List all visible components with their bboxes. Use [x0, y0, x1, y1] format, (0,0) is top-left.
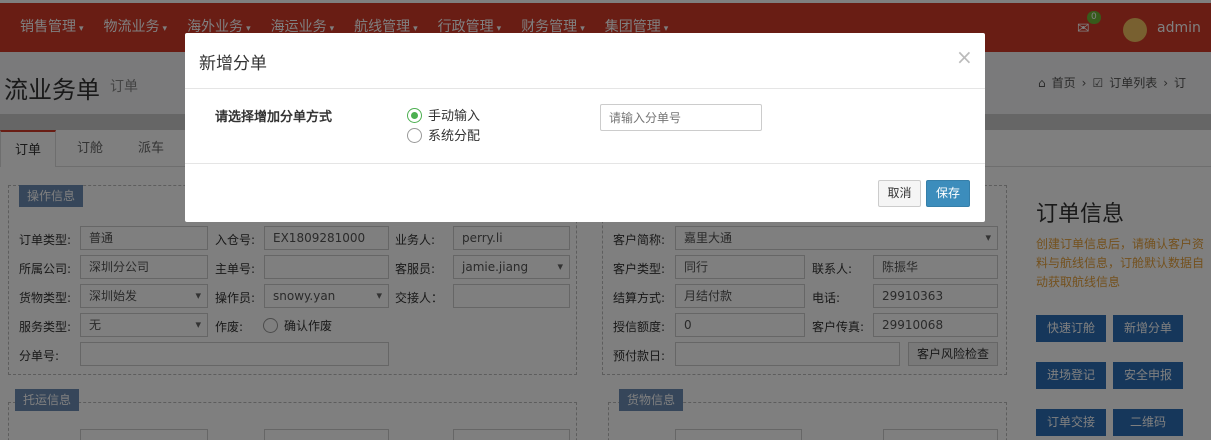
radio-checked-icon — [407, 108, 422, 123]
system-assign-label: 系统分配 — [428, 129, 481, 144]
close-icon[interactable]: × — [956, 45, 973, 69]
dialog-header: 新增分单 × — [185, 33, 985, 89]
dialog-title: 新增分单 — [199, 54, 267, 74]
add-sub-order-dialog: 新增分单 × 请选择增加分单方式 手动输入 系统分配 取消 保存 — [185, 33, 985, 222]
method-label: 请选择增加分单方式 — [215, 110, 333, 125]
save-button[interactable]: 保存 — [926, 180, 970, 207]
system-assign-radio[interactable]: 系统分配 — [407, 125, 480, 144]
radio-icon — [407, 128, 422, 143]
dialog-body: 请选择增加分单方式 手动输入 系统分配 — [185, 89, 985, 164]
manual-input-label: 手动输入 — [428, 109, 481, 124]
manual-input-radio[interactable]: 手动输入 — [407, 105, 480, 124]
cancel-button[interactable]: 取消 — [878, 180, 921, 207]
sub-order-number-input[interactable] — [600, 104, 762, 131]
page: 销售管理▾ 物流业务▾ 海外业务▾ 海运业务▾ 航线管理▾ 行政管理▾ 财务管理… — [0, 0, 1211, 440]
